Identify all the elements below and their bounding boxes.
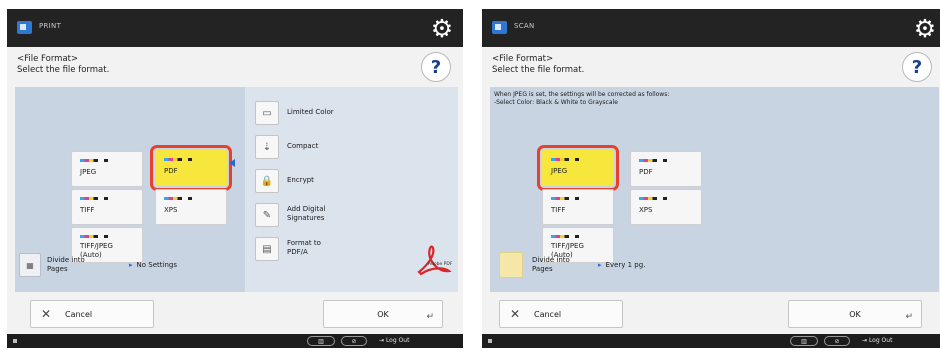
option-encrypt[interactable]: 🔒 Encrypt (255, 169, 375, 195)
app-name: SCAN (514, 22, 535, 30)
format-xps-button[interactable]: XPS (155, 189, 227, 225)
compact-icon: ⇣ (255, 135, 279, 159)
top-bar: SCAN ⚙ (482, 9, 940, 47)
correction-note: When JPEG is set, the settings will be c… (494, 91, 670, 106)
status-indicator (488, 339, 492, 343)
cancel-button[interactable]: ✕ Cancel (499, 300, 623, 328)
status-bar: ▥ ⊘ ⇥ Log Out (482, 334, 940, 348)
color-bars-icon (80, 235, 114, 238)
logout-button[interactable]: ⇥ Log Out (862, 337, 892, 344)
app-icon (492, 21, 507, 34)
gear-icon[interactable]: ⚙ (427, 13, 457, 43)
option-limited-color[interactable]: ▭ Limited Color (255, 101, 375, 127)
left-screen: PRINT ⚙ <File Format> Select the file fo… (7, 9, 463, 348)
gear-icon[interactable]: ⚙ (910, 13, 940, 43)
page-header: <File Format> Select the file format. (17, 54, 109, 76)
cancel-button[interactable]: ✕ Cancel (30, 300, 154, 328)
status-monitor-button[interactable]: ▥ (307, 336, 335, 346)
page-instruction: Select the file format. (492, 65, 585, 75)
divide-pages-button[interactable] (499, 252, 523, 278)
divide-pages-value: No Settings (129, 261, 177, 269)
arrow-left-icon (229, 159, 235, 167)
adobe-pdf-logo: Adobe PDF (415, 244, 453, 280)
limited-color-icon: ▭ (255, 101, 279, 125)
pdfa-icon: ▤ (255, 237, 279, 261)
divide-pages-icon: ▦ (26, 260, 34, 270)
format-jpeg-button[interactable]: JPEG (537, 145, 619, 191)
encrypt-icon: 🔒 (255, 169, 279, 193)
color-bars-icon (551, 197, 585, 200)
format-panel: JPEG PDF TIFF XPS TIFF/JPEG (Auto) ▦ Div… (15, 87, 458, 292)
right-screen: SCAN ⚙ <File Format> Select the file for… (482, 9, 940, 348)
divide-pages-button[interactable]: ▦ (19, 253, 41, 277)
status-bar: ▥ ⊘ ⇥ Log Out (7, 334, 463, 348)
page-title: <File Format> (17, 54, 79, 64)
pdf-options-panel: ▭ Limited Color ⇣ Compact 🔒 Encrypt ✎ Ad… (245, 87, 458, 292)
status-monitor-button[interactable]: ▥ (790, 336, 818, 346)
format-panel: When JPEG is set, the settings will be c… (490, 87, 939, 292)
network-button[interactable]: ⊘ (824, 336, 850, 346)
page-instruction: Select the file format. (17, 65, 110, 75)
page-title: <File Format> (492, 54, 554, 64)
app-icon (17, 21, 32, 34)
logout-button[interactable]: ⇥ Log Out (379, 337, 409, 344)
option-compact[interactable]: ⇣ Compact (255, 135, 375, 161)
ok-button[interactable]: OK ↵ (323, 300, 443, 328)
color-bars-icon (639, 159, 673, 162)
divide-pages-label: Divide into Pages (47, 256, 85, 273)
app-name: PRINT (39, 22, 62, 30)
format-jpeg-button[interactable]: JPEG (71, 151, 143, 187)
logout-icon: ⇥ (862, 337, 869, 344)
help-button[interactable]: ? (902, 52, 932, 82)
enter-icon: ↵ (426, 312, 434, 322)
svg-text:Adobe PDF: Adobe PDF (428, 261, 453, 267)
format-tiff-button[interactable]: TIFF (542, 189, 614, 225)
color-bars-icon (551, 235, 585, 238)
status-indicator (13, 339, 17, 343)
color-bars-icon (164, 158, 198, 161)
format-pdf-button[interactable]: PDF (630, 151, 702, 187)
ok-button[interactable]: OK ↵ (788, 300, 922, 328)
network-icon: ⊘ (834, 337, 840, 345)
option-format-to-pdfa[interactable]: ▤ Format to PDF/A (255, 237, 375, 263)
color-bars-icon (639, 197, 673, 200)
status-monitor-icon: ▥ (318, 337, 324, 345)
network-button[interactable]: ⊘ (341, 336, 367, 346)
status-monitor-icon: ▥ (801, 337, 807, 345)
close-icon: ✕ (41, 307, 52, 321)
divide-pages-label: Divide into Pages (532, 256, 570, 273)
top-bar: PRINT ⚙ (7, 9, 463, 47)
option-add-digital-signatures[interactable]: ✎ Add Digital Signatures (255, 203, 375, 229)
format-pdf-button[interactable]: PDF (150, 145, 232, 191)
color-bars-icon (80, 197, 114, 200)
digital-signature-icon: ✎ (255, 203, 279, 227)
color-bars-icon (551, 158, 585, 161)
close-icon: ✕ (510, 307, 521, 321)
divide-pages-value: Every 1 pg. (598, 261, 646, 269)
page-header: <File Format> Select the file format. (492, 54, 584, 76)
format-tiff-button[interactable]: TIFF (71, 189, 143, 225)
network-icon: ⊘ (351, 337, 357, 345)
color-bars-icon (80, 159, 114, 162)
logout-icon: ⇥ (379, 337, 386, 344)
color-bars-icon (164, 197, 198, 200)
format-xps-button[interactable]: XPS (630, 189, 702, 225)
enter-icon: ↵ (905, 312, 913, 322)
help-button[interactable]: ? (421, 52, 451, 82)
